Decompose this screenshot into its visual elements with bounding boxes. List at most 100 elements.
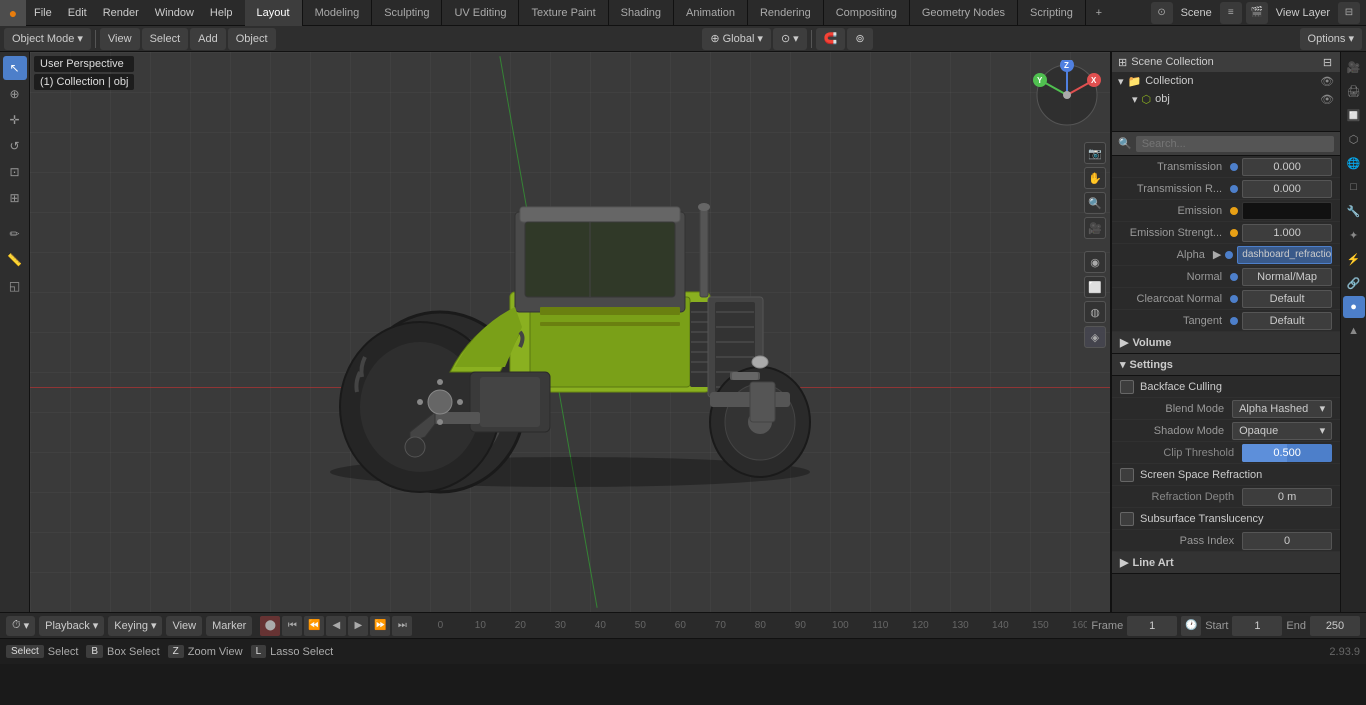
add-tool[interactable]: ◱ — [3, 274, 27, 298]
outliner-row-scene[interactable]: ▾ 📁 Collection 👁 — [1112, 72, 1340, 90]
object-menu[interactable]: Object — [228, 28, 276, 50]
props-icon-data[interactable]: ▲ — [1343, 320, 1365, 342]
playback-btn[interactable]: Playback ▾ — [39, 616, 104, 636]
jump-end-btn[interactable]: ⏭ — [392, 616, 412, 636]
props-icon-render[interactable]: 🎥 — [1343, 56, 1365, 78]
play-btn[interactable]: ▶ — [348, 616, 368, 636]
menu-help[interactable]: Help — [202, 0, 241, 26]
camera-view-icon[interactable]: 📷 — [1084, 142, 1106, 164]
transmission-r-value[interactable]: 0.000 — [1242, 180, 1332, 198]
line-art-section-header[interactable]: ▶ Line Art — [1112, 552, 1340, 574]
current-frame-value[interactable]: 1 — [1127, 616, 1177, 636]
viewport-shading-material[interactable]: ◍ — [1084, 301, 1106, 323]
viewport-3d[interactable]: User Perspective (1) Collection | obj X — [30, 52, 1110, 612]
jump-next-btn[interactable]: ⏩ — [370, 616, 390, 636]
scene-icon[interactable]: ⊙ — [1151, 2, 1173, 24]
settings-section-header[interactable]: ▾ Settings — [1112, 354, 1340, 376]
clearcoat-normal-value[interactable]: Default — [1242, 290, 1332, 308]
pass-index-value[interactable]: 0 — [1242, 532, 1332, 550]
props-icon-physics[interactable]: ⚡ — [1343, 248, 1365, 270]
proportional-btn[interactable]: ⊚ — [847, 28, 872, 50]
tab-uv-editing[interactable]: UV Editing — [442, 0, 519, 26]
emission-color[interactable] — [1242, 202, 1332, 220]
screen-space-refraction-checkbox[interactable] — [1120, 468, 1134, 482]
tab-scripting[interactable]: Scripting — [1018, 0, 1086, 26]
props-icon-scene[interactable]: ⬡ — [1343, 128, 1365, 150]
zoom-icon[interactable]: 🔍 — [1084, 192, 1106, 214]
filter-icon[interactable]: ⊟ — [1338, 2, 1360, 24]
filter-icon[interactable]: ⊟ — [1323, 57, 1332, 69]
transmission-value[interactable]: 0.000 — [1242, 158, 1332, 176]
menu-render[interactable]: Render — [95, 0, 147, 26]
clock-icon[interactable]: 🕐 — [1181, 616, 1201, 636]
volume-section-header[interactable]: ▶ Volume — [1112, 332, 1340, 354]
select-tool[interactable]: ↖ — [3, 56, 27, 80]
tab-shading[interactable]: Shading — [609, 0, 674, 26]
props-icon-object[interactable]: □ — [1343, 176, 1365, 198]
rotate-tool[interactable]: ↺ — [3, 134, 27, 158]
emission-strength-value[interactable]: 1.000 — [1242, 224, 1332, 242]
props-icon-world[interactable]: 🌐 — [1343, 152, 1365, 174]
timeline-mode-btn[interactable]: ⏱ ▾ — [6, 616, 35, 636]
viewport-shading-solid[interactable]: ◉ — [1084, 251, 1106, 273]
menu-window[interactable]: Window — [147, 0, 202, 26]
record-btn[interactable]: ⬤ — [260, 616, 280, 636]
tab-modeling[interactable]: Modeling — [303, 0, 373, 26]
transform-tool[interactable]: ⊞ — [3, 186, 27, 210]
render-layer-icon[interactable]: 🎬 — [1246, 2, 1268, 24]
collection-visibility-icon[interactable]: 👁 — [1320, 75, 1334, 88]
start-frame-value[interactable]: 1 — [1232, 616, 1282, 636]
options-btn[interactable]: Options ▾ — [1300, 28, 1363, 50]
snap-btn[interactable]: 🧲 — [816, 28, 846, 50]
add-menu[interactable]: Add — [190, 28, 226, 50]
props-icon-material[interactable]: ● — [1343, 296, 1365, 318]
subsurface-translucency-checkbox[interactable] — [1120, 512, 1134, 526]
obj-visibility-icon[interactable]: 👁 — [1320, 93, 1334, 106]
props-icon-output[interactable]: 🖨 — [1343, 80, 1365, 102]
tab-rendering[interactable]: Rendering — [748, 0, 824, 26]
view-menu[interactable]: View — [100, 28, 140, 50]
tab-animation[interactable]: Animation — [674, 0, 748, 26]
marker-btn[interactable]: Marker — [206, 616, 252, 636]
menu-file[interactable]: File — [26, 0, 60, 26]
menu-edit[interactable]: Edit — [60, 0, 95, 26]
tab-sculpting[interactable]: Sculpting — [372, 0, 442, 26]
scene-settings-icon[interactable]: ≡ — [1220, 2, 1242, 24]
select-menu[interactable]: Select — [142, 28, 189, 50]
clip-threshold-slider[interactable]: 0.500 — [1242, 444, 1332, 462]
normal-value[interactable]: Normal/Map — [1242, 268, 1332, 286]
hand-icon[interactable]: ✋ — [1084, 167, 1106, 189]
props-icon-modifier[interactable]: 🔧 — [1343, 200, 1365, 222]
viewport-shading-wireframe[interactable]: ⬜ — [1084, 276, 1106, 298]
tab-layout[interactable]: Layout — [245, 0, 303, 26]
keying-btn[interactable]: Keying ▾ — [108, 616, 162, 636]
scale-tool[interactable]: ⊡ — [3, 160, 27, 184]
navigation-gizmo[interactable]: X Y Z — [1032, 60, 1102, 130]
props-icon-particles[interactable]: ✦ — [1343, 224, 1365, 246]
tab-texture-paint[interactable]: Texture Paint — [519, 0, 608, 26]
play-reverse-btn[interactable]: ◀ — [326, 616, 346, 636]
annotate-tool[interactable]: ✏ — [3, 222, 27, 246]
props-icon-constraints[interactable]: 🔗 — [1343, 272, 1365, 294]
outliner-row-obj[interactable]: ▾ ⬡ obj 👁 — [1112, 90, 1340, 108]
properties-search-input[interactable] — [1136, 136, 1334, 152]
shadow-mode-select[interactable]: Opaque ▾ — [1232, 422, 1332, 440]
blend-mode-select[interactable]: Alpha Hashed ▾ — [1232, 400, 1332, 418]
add-tab-button[interactable]: + — [1086, 0, 1112, 26]
view-btn[interactable]: View — [166, 616, 202, 636]
jump-start-btn[interactable]: ⏮ — [282, 616, 302, 636]
tab-geometry-nodes[interactable]: Geometry Nodes — [910, 0, 1018, 26]
tab-compositing[interactable]: Compositing — [824, 0, 910, 26]
end-frame-value[interactable]: 250 — [1310, 616, 1360, 636]
tangent-value[interactable]: Default — [1242, 312, 1332, 330]
camera-icon[interactable]: 🎥 — [1084, 217, 1106, 239]
cursor-tool[interactable]: ⊕ — [3, 82, 27, 106]
props-icon-view-layer[interactable]: 🔲 — [1343, 104, 1365, 126]
backface-culling-checkbox[interactable] — [1120, 380, 1134, 394]
measure-tool[interactable]: 📏 — [3, 248, 27, 272]
viewport-shading-rendered[interactable]: ◈ — [1084, 326, 1106, 348]
transform-orientation[interactable]: ⊕ Global ▾ — [702, 28, 771, 50]
move-tool[interactable]: ✛ — [3, 108, 27, 132]
object-mode-dropdown[interactable]: Object Mode ▾ — [4, 28, 91, 50]
jump-prev-btn[interactable]: ⏪ — [304, 616, 324, 636]
